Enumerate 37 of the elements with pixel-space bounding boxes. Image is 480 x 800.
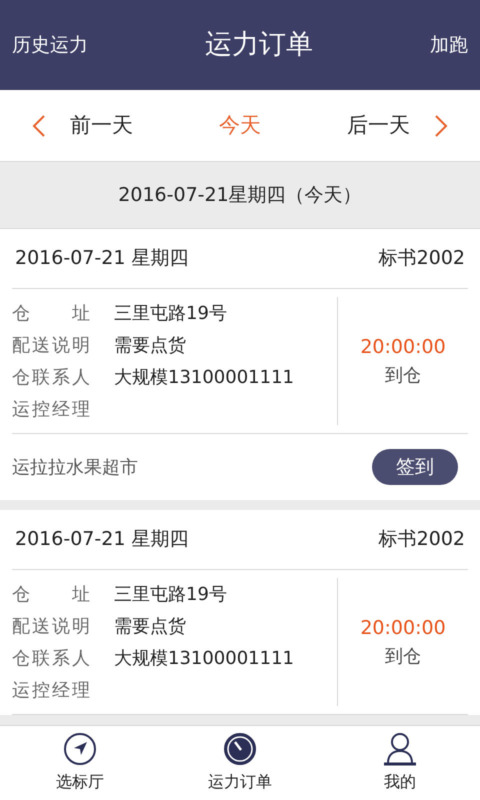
field-value: 需要点货 — [114, 614, 186, 638]
field-value: 三里屯路19号 — [114, 302, 227, 326]
tab-bar-item[interactable]: 我的 — [320, 726, 480, 800]
arrival-label: 到仓 — [385, 364, 421, 388]
tender-number: 标书2002 — [378, 246, 465, 272]
order-card[interactable]: 2016-07-21 星期四 标书2002 仓 址 三里屯路19号 配送说明 需要点货 仓联系人 大规模13100001111 运控经理 20:00:00 到仓 — [0, 510, 480, 715]
field-label: 运控经理 — [12, 678, 90, 702]
day-tab[interactable]: 后一天 — [347, 110, 410, 142]
tab-bar-item[interactable]: 选标厅 — [0, 726, 160, 800]
date-heading: 2016-07-21星期四（今天） — [118, 182, 362, 208]
check-in-button[interactable]: 签到 — [372, 449, 458, 485]
shop-name: 运拉拉水果超市 — [12, 456, 138, 480]
arrival-label: 到仓 — [385, 644, 421, 669]
field-label: 配送说明 — [12, 614, 90, 638]
page-title: 运力订单 — [205, 28, 313, 62]
tender-number: 标书2002 — [378, 527, 465, 552]
chevron-right-icon[interactable] — [434, 114, 448, 138]
field-label: 运控经理 — [12, 398, 90, 422]
field-label: 仓联系人 — [12, 366, 90, 390]
order-date: 2016-07-21 星期四 — [15, 246, 188, 272]
day-tab[interactable]: 前一天 — [70, 110, 133, 142]
field-value: 大规模13100001111 — [114, 646, 294, 670]
arrival-time: 20:00:00 — [360, 616, 446, 642]
field-value: 三里屯路19号 — [114, 582, 227, 606]
history-button[interactable]: 历史运力 — [12, 30, 88, 60]
field-label: 仓联系人 — [12, 646, 90, 670]
field-label: 仓 址 — [12, 582, 90, 606]
tab-bar-item[interactable]: 运力订单 — [160, 726, 320, 800]
chevron-left-icon[interactable] — [32, 114, 46, 138]
add-run-button[interactable]: 加跑 — [430, 30, 468, 60]
field-value: 需要点货 — [114, 334, 186, 358]
order-card[interactable]: 2016-07-21 星期四 标书2002 仓 址 三里屯路19号 配送说明 需要点货 仓联系人 大规模13100001111 运控经理 20:00:00 到仓 运拉拉水果超市 签到 — [0, 228, 480, 500]
order-date: 2016-07-21 星期四 — [15, 527, 188, 552]
field-label: 仓 址 — [12, 302, 90, 326]
field-label: 配送说明 — [12, 334, 90, 358]
arrival-time: 20:00:00 — [360, 335, 446, 360]
field-value: 大规模13100001111 — [114, 366, 294, 390]
